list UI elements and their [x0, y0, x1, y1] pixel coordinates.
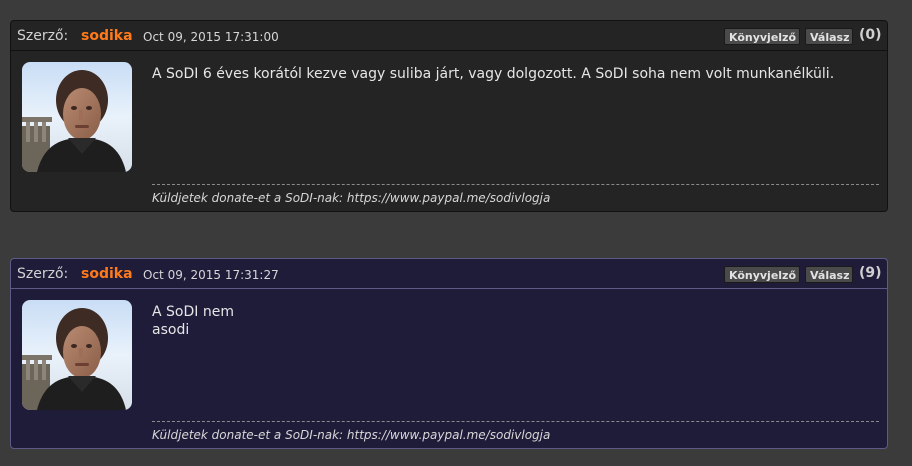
forum-post: Szerző: sodika Oct 09, 2015 17:31:00 Kön…: [10, 20, 888, 212]
reply-count-link[interactable]: (0): [859, 26, 882, 44]
reply-button[interactable]: Válasz: [805, 266, 853, 283]
bookmark-button[interactable]: Könyvjelző: [724, 266, 800, 283]
reply-button[interactable]: Válasz: [805, 28, 853, 45]
signature-divider: [152, 184, 879, 185]
signature: Küldjetek donate-et a SoDI-nak: https://…: [152, 191, 551, 205]
post-header: Szerző: sodika Oct 09, 2015 17:31:00 Kön…: [11, 21, 887, 51]
signature-divider: [152, 421, 879, 422]
post-date: Oct 09, 2015 17:31:27: [143, 268, 279, 282]
avatar: [22, 62, 132, 172]
author-label: Szerző:: [17, 266, 69, 282]
author-name-link[interactable]: sodika: [81, 265, 133, 283]
reply-count-link[interactable]: (9): [859, 264, 882, 282]
post-message: A SoDI nem asodi: [152, 304, 234, 338]
avatar: [22, 300, 132, 410]
bookmark-button[interactable]: Könyvjelző: [724, 28, 800, 45]
author-label: Szerző:: [17, 28, 69, 44]
post-date: Oct 09, 2015 17:31:00: [143, 30, 279, 44]
forum-post: Szerző: sodika Oct 09, 2015 17:31:27 Kön…: [10, 258, 888, 449]
author-name-link[interactable]: sodika: [81, 27, 133, 45]
post-message: A SoDI 6 éves korától kezve vagy suliba …: [152, 66, 835, 82]
avatar-image: [22, 62, 132, 172]
avatar-image: [22, 300, 132, 410]
post-header: Szerző: sodika Oct 09, 2015 17:31:27 Kön…: [11, 259, 887, 289]
signature: Küldjetek donate-et a SoDI-nak: https://…: [152, 428, 551, 442]
